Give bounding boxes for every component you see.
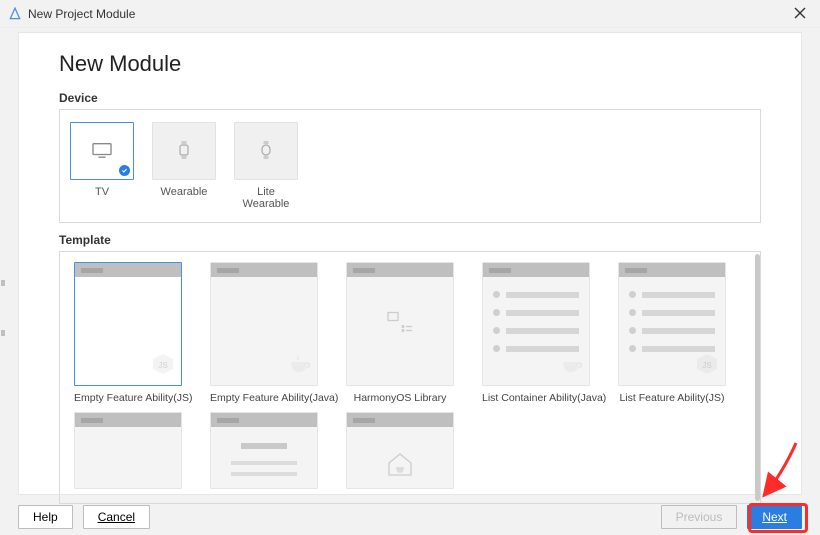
template-card-list-js[interactable]: JS List Feature Ability(JS) <box>618 262 726 404</box>
device-tile <box>152 122 216 180</box>
cancel-button[interactable]: Cancel <box>83 505 150 529</box>
device-tile <box>70 122 134 180</box>
svg-text:JS: JS <box>158 361 168 370</box>
device-card-tv[interactable]: TV <box>70 122 134 210</box>
js-badge-icon: JS <box>151 352 175 379</box>
device-label: TV <box>70 186 134 198</box>
selected-check-icon <box>119 165 130 176</box>
main-panel: New Module Device TV Wearable <box>18 32 802 495</box>
scrollbar[interactable] <box>755 254 760 501</box>
java-cup-icon <box>287 354 311 379</box>
template-label: HarmonyOS Library <box>346 392 454 404</box>
home-java-icon <box>385 451 415 480</box>
tv-icon <box>91 141 113 162</box>
device-tile <box>234 122 298 180</box>
java-cup-icon <box>559 354 583 379</box>
device-label: Lite Wearable <box>234 186 298 210</box>
template-box: JS Empty Feature Ability(JS) Empty Featu… <box>59 251 761 504</box>
bottom-bar: Help Cancel Previous Next <box>18 505 802 529</box>
device-card-lite-wearable[interactable]: Lite Wearable <box>234 122 298 210</box>
scroll-artifact <box>1 280 5 286</box>
list-preview <box>483 277 589 352</box>
template-row <box>68 412 752 489</box>
titlebar: New Project Module <box>0 0 820 28</box>
library-icon <box>386 311 414 338</box>
template-card-list-java[interactable]: List Container Ability(Java) <box>482 262 590 404</box>
scroll-artifact <box>1 330 5 336</box>
template-card[interactable] <box>74 412 182 489</box>
template-card-harmony-lib[interactable]: HarmonyOS Library <box>346 262 454 404</box>
template-row: JS Empty Feature Ability(JS) Empty Featu… <box>68 262 752 404</box>
template-card[interactable] <box>346 412 454 489</box>
svg-text:JS: JS <box>702 361 712 370</box>
template-label: List Container Ability(Java) <box>482 392 590 404</box>
window-title: New Project Module <box>28 7 135 21</box>
template-label: List Feature Ability(JS) <box>618 392 726 404</box>
next-button[interactable]: Next <box>747 505 802 529</box>
close-icon[interactable] <box>788 4 812 24</box>
watch-icon <box>259 140 273 163</box>
template-label: Empty Feature Ability(Java) <box>210 392 318 404</box>
app-logo-icon <box>8 7 22 21</box>
device-box: TV Wearable Lite Wearable <box>59 109 761 223</box>
watch-icon <box>177 140 191 163</box>
device-section-label: Device <box>19 91 801 109</box>
template-card[interactable] <box>210 412 318 489</box>
template-label: Empty Feature Ability(JS) <box>74 392 182 404</box>
js-badge-icon: JS <box>695 352 719 379</box>
page-heading: New Module <box>19 33 801 91</box>
template-card-empty-js[interactable]: JS Empty Feature Ability(JS) <box>74 262 182 404</box>
device-card-wearable[interactable]: Wearable <box>152 122 216 210</box>
previous-button: Previous <box>661 505 738 529</box>
template-card-empty-java[interactable]: Empty Feature Ability(Java) <box>210 262 318 404</box>
help-button[interactable]: Help <box>18 505 73 529</box>
list-preview <box>619 277 725 352</box>
template-section-label: Template <box>19 233 801 251</box>
device-label: Wearable <box>152 186 216 198</box>
